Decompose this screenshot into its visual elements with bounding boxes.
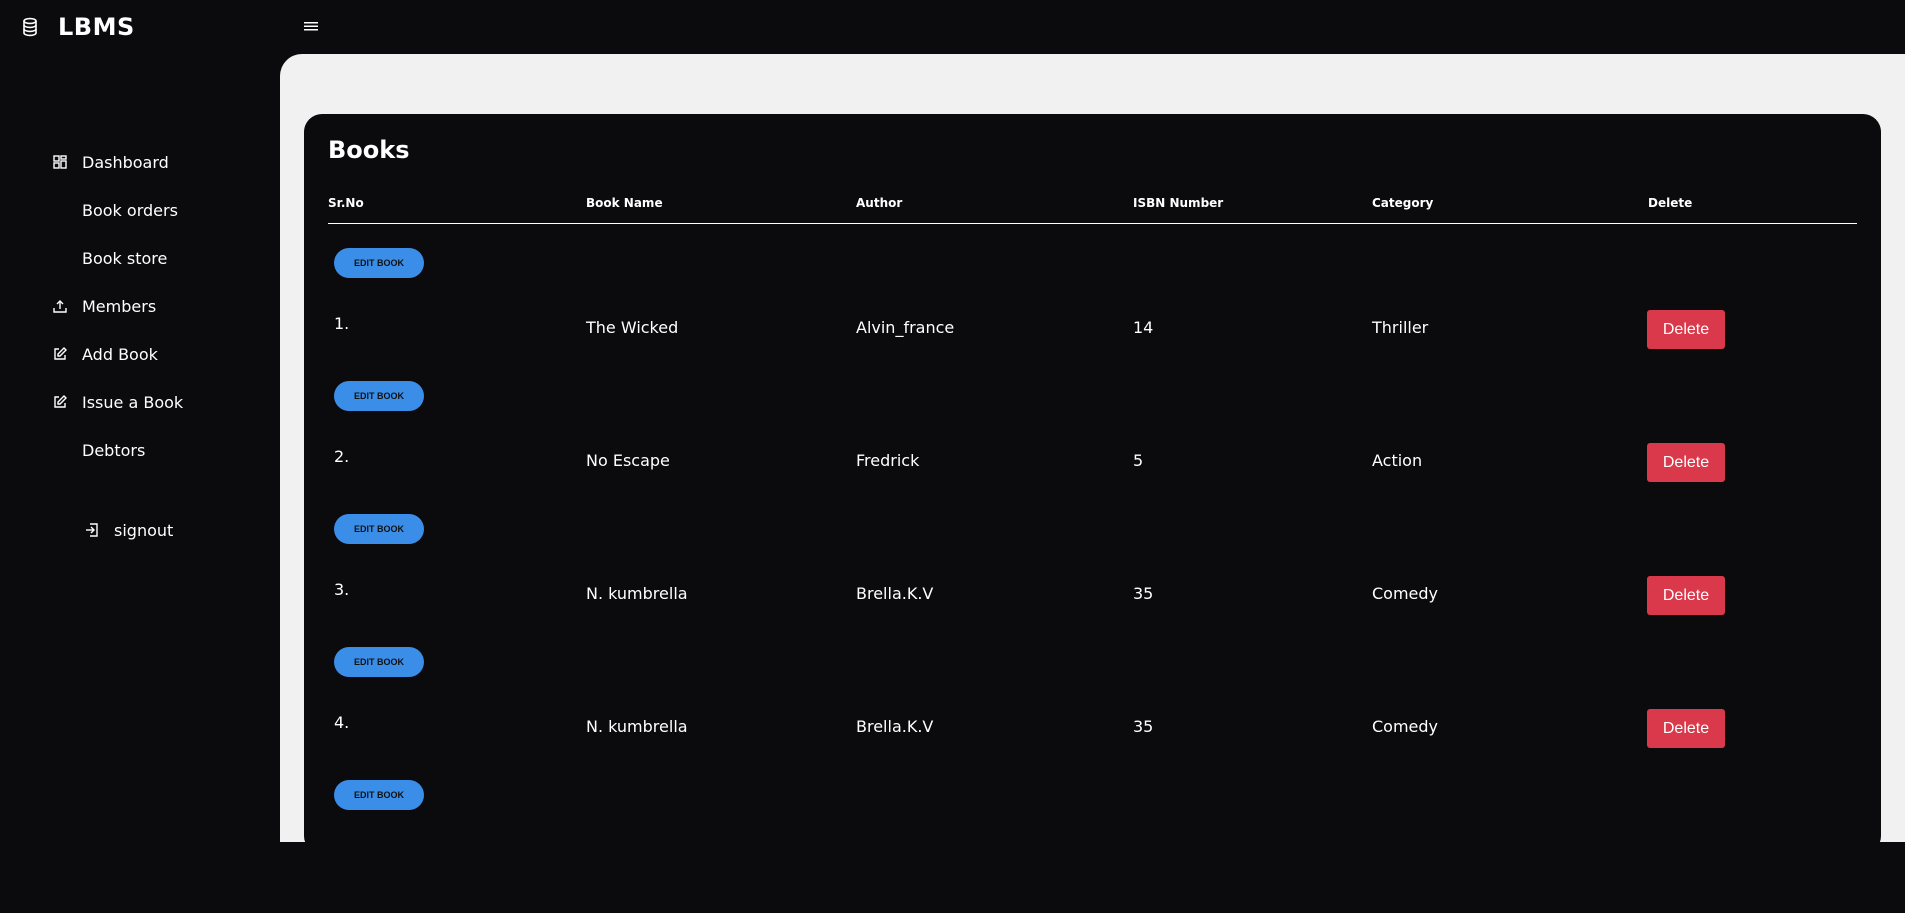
isbn-cell: 5 — [1133, 451, 1144, 470]
author-cell: Alvin_france — [856, 318, 955, 337]
database-icon — [20, 17, 40, 37]
delete-button[interactable]: Delete — [1647, 709, 1725, 748]
column-header-category: Category — [1372, 196, 1434, 210]
menu-toggle-button[interactable] — [302, 17, 320, 35]
srno-cell: 1. — [334, 314, 350, 333]
srno-cell: 3. — [334, 580, 350, 599]
top-bar: LBMS — [0, 0, 1905, 54]
edit-book-button[interactable]: EDIT BOOK — [334, 780, 424, 810]
sidebar-item-label: Dashboard — [82, 152, 169, 172]
edit-book-button[interactable]: EDIT BOOK — [334, 647, 424, 677]
column-header-book-name: Book Name — [586, 196, 663, 210]
signout-button[interactable]: signout — [84, 514, 173, 546]
sidebar-item-dashboard[interactable]: Dashboard — [52, 146, 169, 178]
signout-icon — [84, 522, 100, 538]
delete-button[interactable]: Delete — [1647, 310, 1725, 349]
author-cell: Brella.K.V — [856, 717, 934, 736]
sidebar-item-label: Debtors — [82, 440, 146, 460]
brand[interactable]: LBMS — [20, 10, 135, 44]
table-row: EDIT BOOK 2. No Escape Fredrick 5 Action… — [304, 381, 1881, 514]
book-name-cell: N. kumbrella — [586, 717, 688, 736]
isbn-cell: 35 — [1133, 717, 1154, 736]
isbn-cell: 35 — [1133, 584, 1154, 603]
edit-book-button[interactable]: EDIT BOOK — [334, 381, 424, 411]
edit-icon — [52, 346, 68, 362]
sidebar-item-add-book[interactable]: Add Book — [52, 338, 158, 370]
sidebar-item-debtors[interactable]: Debtors — [52, 434, 145, 466]
table-header: Sr.No Book Name Author ISBN Number Categ… — [328, 196, 1857, 224]
category-cell: Comedy — [1372, 584, 1439, 603]
hamburger-icon — [304, 22, 318, 31]
signout-label: signout — [114, 520, 174, 540]
app-title: LBMS — [58, 13, 135, 41]
table-row: EDIT BOOK 1. The Wicked Alvin_france 14 … — [304, 248, 1881, 381]
isbn-cell: 14 — [1133, 318, 1154, 337]
delete-button[interactable]: Delete — [1647, 443, 1725, 482]
book-name-cell: No Escape — [586, 451, 670, 470]
category-cell: Action — [1372, 451, 1423, 470]
sidebar-item-book-store[interactable]: Book store — [52, 242, 167, 274]
sidebar: Dashboard Book orders Book store Members… — [0, 54, 280, 842]
books-card: Books Sr.No Book Name Author ISBN Number… — [304, 114, 1881, 854]
book-name-cell: N. kumbrella — [586, 584, 688, 603]
sidebar-item-book-orders[interactable]: Book orders — [52, 194, 178, 226]
column-header-isbn: ISBN Number — [1133, 196, 1224, 210]
page-title: Books — [328, 136, 410, 164]
sidebar-item-label: Members — [82, 296, 157, 316]
edit-book-button[interactable]: EDIT BOOK — [334, 248, 424, 278]
edit-icon — [52, 394, 68, 410]
delete-button[interactable]: Delete — [1647, 576, 1725, 615]
dashboard-icon — [52, 154, 68, 170]
category-cell: Thriller — [1372, 318, 1429, 337]
srno-cell: 4. — [334, 713, 350, 732]
author-cell: Brella.K.V — [856, 584, 934, 603]
sidebar-item-label: Book store — [82, 248, 168, 268]
column-header-srno: Sr.No — [328, 196, 364, 210]
column-header-delete: Delete — [1648, 196, 1693, 210]
sidebar-item-label: Add Book — [82, 344, 158, 364]
author-cell: Fredrick — [856, 451, 920, 470]
edit-book-button[interactable]: EDIT BOOK — [334, 514, 424, 544]
category-cell: Comedy — [1372, 717, 1439, 736]
table-row: EDIT BOOK 4. N. kumbrella Brella.K.V 35 … — [304, 647, 1881, 780]
book-name-cell: The Wicked — [586, 318, 679, 337]
sidebar-item-members[interactable]: Members — [52, 290, 156, 322]
srno-cell: 2. — [334, 447, 350, 466]
column-header-author: Author — [856, 196, 903, 210]
sidebar-item-issue-a-book[interactable]: Issue a Book — [52, 386, 183, 418]
sidebar-item-label: Book orders — [82, 200, 178, 220]
table-row: EDIT BOOK 3. N. kumbrella Brella.K.V 35 … — [304, 514, 1881, 647]
main-content: Books Sr.No Book Name Author ISBN Number… — [280, 54, 1905, 854]
table-row: EDIT BOOK — [304, 780, 1881, 913]
sidebar-item-label: Issue a Book — [82, 392, 184, 412]
upload-icon — [52, 298, 68, 314]
